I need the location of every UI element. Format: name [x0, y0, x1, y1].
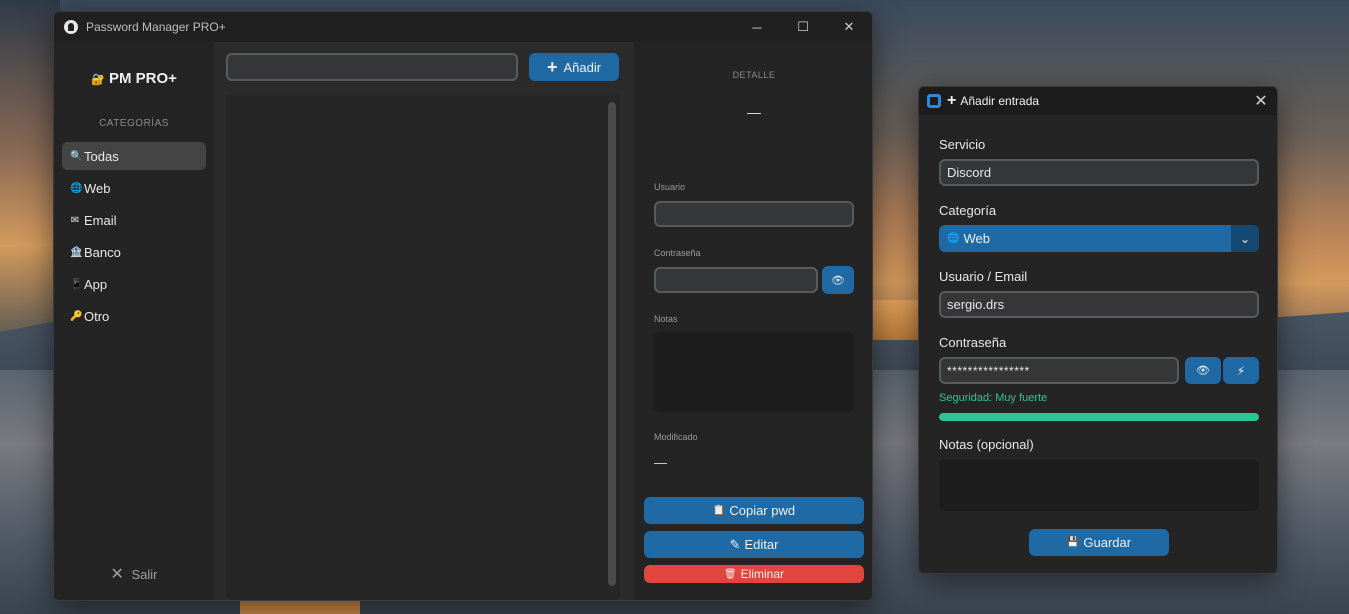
- lock-icon: 🔐: [91, 74, 105, 86]
- sidebar-item-otro[interactable]: 🔑 Otro: [62, 302, 206, 330]
- search-input[interactable]: [226, 53, 518, 81]
- sidebar-item-banco[interactable]: 🏦 Banco: [62, 238, 206, 266]
- phone-icon: 📱: [70, 278, 83, 290]
- eye-icon: 👁: [1196, 365, 1210, 377]
- copy-label: Copiar pwd: [729, 503, 796, 518]
- close-button[interactable]: ✕: [826, 12, 872, 42]
- sidebar-item-email[interactable]: ✉ Email: [62, 206, 206, 234]
- dialog-titlebar: + Añadir entrada ✕: [919, 87, 1277, 115]
- detail-user-label: Usuario: [654, 182, 686, 192]
- minimize-button[interactable]: ─: [734, 12, 780, 42]
- save-button[interactable]: 💾 Guardar: [1029, 529, 1169, 556]
- user-label: Usuario / Email: [939, 269, 1028, 284]
- show-password-button[interactable]: 👁: [1185, 357, 1221, 384]
- clipboard-icon: 📋: [712, 505, 726, 516]
- generate-password-button[interactable]: ⚡: [1223, 357, 1259, 384]
- sidebar-item-label: Todas: [84, 148, 119, 164]
- detail-password-field[interactable]: [654, 267, 818, 293]
- sidebar-item-app[interactable]: 📱 App: [62, 270, 206, 298]
- brand: 🔐 PM PRO+: [54, 70, 214, 87]
- sidebar-item-label: Banco: [84, 244, 121, 260]
- floppy-disk-icon: 💾: [1066, 537, 1080, 548]
- password-field[interactable]: ****************: [939, 357, 1179, 384]
- save-label: Guardar: [1083, 535, 1132, 550]
- detail-service: —: [747, 104, 761, 120]
- close-icon: ✕: [110, 566, 124, 583]
- categories-title: CATEGORÍAS: [99, 118, 169, 129]
- sidebar-item-todas[interactable]: 🔍 Todas: [62, 142, 206, 170]
- category-value: Web: [963, 231, 990, 246]
- sidebar-item-label: Email: [84, 212, 117, 228]
- strength-bar-fill: [939, 413, 1259, 421]
- pencil-icon: ✎: [729, 536, 741, 552]
- window-title: Password Manager PRO+: [86, 20, 226, 34]
- trash-icon: 🗑: [723, 568, 737, 580]
- delete-label: Eliminar: [740, 567, 785, 581]
- key-icon: 🔑: [70, 310, 83, 322]
- bank-icon: 🏦: [70, 246, 83, 258]
- search-icon: 🔍: [70, 150, 83, 162]
- maximize-button[interactable]: ☐: [780, 12, 826, 42]
- sidebar-item-web[interactable]: 🌐 Web: [62, 174, 206, 202]
- entries-list: [226, 94, 620, 600]
- detail-user-field[interactable]: [654, 201, 854, 227]
- detail-notes-label: Notas: [654, 314, 678, 324]
- strength-text: Seguridad: Muy fuerte: [939, 392, 1048, 404]
- show-password-button[interactable]: 👁: [822, 266, 854, 294]
- user-field[interactable]: sergio.drs: [939, 291, 1259, 318]
- dialog-title: Añadir entrada: [960, 94, 1040, 108]
- edit-label: Editar: [744, 537, 779, 552]
- detail-panel: DETALLE — Usuario Contraseña 👁 Notas Mod…: [634, 42, 872, 600]
- copy-password-button[interactable]: 📋 Copiar pwd: [644, 497, 864, 524]
- app-logo-icon: [927, 94, 941, 108]
- add-button[interactable]: + Añadir: [529, 53, 619, 81]
- chevron-down-icon[interactable]: ⌄: [1231, 225, 1259, 252]
- exit-label: Salir: [131, 567, 158, 582]
- sidebar-item-label: Web: [84, 180, 111, 196]
- sidebar-item-label: App: [84, 276, 108, 292]
- password-label: Contraseña: [939, 335, 1007, 350]
- eye-icon: 👁: [831, 274, 845, 287]
- category-select[interactable]: 🌐 Web ⌄: [939, 225, 1259, 252]
- brand-label: PM PRO+: [108, 70, 177, 87]
- envelope-icon: ✉: [70, 214, 80, 226]
- strength-bar: [939, 413, 1259, 421]
- detail-modified-label: Modificado: [654, 432, 698, 442]
- detail-notes-field[interactable]: [654, 332, 854, 412]
- notes-label: Notas (opcional): [939, 437, 1034, 452]
- notes-field[interactable]: [939, 459, 1259, 511]
- main-window: Password Manager PRO+ ─ ☐ ✕ 🔐 PM PRO+ CA…: [53, 11, 873, 601]
- lightning-icon: ⚡: [1236, 363, 1246, 378]
- main-titlebar: Password Manager PRO+ ─ ☐ ✕: [54, 12, 872, 42]
- scrollbar[interactable]: [608, 102, 616, 586]
- plus-icon: +: [947, 92, 957, 109]
- add-label: Añadir: [563, 59, 602, 75]
- dialog-close-button[interactable]: ✕: [1245, 91, 1277, 111]
- sidebar: 🔐 PM PRO+ CATEGORÍAS 🔍 Todas 🌐 Web ✉ Ema…: [54, 42, 214, 600]
- service-label: Servicio: [939, 137, 986, 152]
- sidebar-item-label: Otro: [84, 308, 110, 324]
- edit-button[interactable]: ✎ Editar: [644, 531, 864, 558]
- globe-icon: 🌐: [947, 233, 960, 244]
- plus-icon: +: [546, 57, 558, 77]
- detail-title: DETALLE: [732, 70, 776, 80]
- add-entry-dialog: + Añadir entrada ✕ Servicio Discord Cate…: [918, 86, 1278, 574]
- globe-icon: 🌐: [70, 182, 83, 194]
- category-label: Categoría: [939, 203, 997, 218]
- exit-button[interactable]: ✕ Salir: [54, 564, 214, 584]
- detail-modified-value: —: [654, 455, 667, 470]
- service-field[interactable]: Discord: [939, 159, 1259, 186]
- detail-password-label: Contraseña: [654, 248, 701, 258]
- delete-button[interactable]: 🗑 Eliminar: [644, 565, 864, 583]
- app-lock-icon: [64, 20, 78, 34]
- category-list: 🔍 Todas 🌐 Web ✉ Email 🏦 Banco 📱 App 🔑 Ot…: [62, 142, 206, 334]
